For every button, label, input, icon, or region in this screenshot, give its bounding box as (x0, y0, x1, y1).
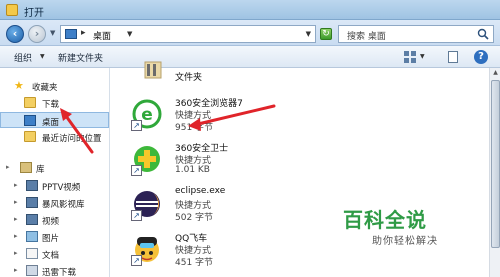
svg-text:e: e (141, 105, 153, 125)
pptv-library-icon (26, 180, 38, 191)
nav-video-label: 视频 (42, 217, 60, 227)
address-bar[interactable]: ▸ 桌面 ▼ ▼ (60, 25, 316, 43)
nav-docs[interactable]: ▸ 文档 (0, 246, 109, 262)
nav-library-label: 库 (36, 165, 45, 175)
vertical-scrollbar[interactable]: ▲ (489, 68, 500, 277)
shortcut-arrow-icon: ↗ (131, 255, 142, 266)
nav-download-label: 下载 (42, 100, 60, 110)
nav-pptv[interactable]: ▸ PPTV视频 (0, 178, 109, 194)
nav-desktop-label: 桌面 (42, 118, 60, 128)
nav-desktop[interactable]: 桌面 (0, 112, 109, 128)
file-item[interactable]: ↗ 360安全卫士 快捷方式 1.01 KB (131, 139, 331, 181)
nav-pptv-label: PPTV视频 (42, 183, 81, 193)
nav-storm-label: 暴风影视库 (42, 200, 85, 210)
expand-icon[interactable]: ▸ (14, 181, 18, 189)
recent-places-icon (24, 131, 36, 142)
nav-thunder[interactable]: ▸ 迅雷下载 (0, 263, 109, 277)
breadcrumb-desktop[interactable]: 桌面 (93, 29, 111, 42)
expand-icon[interactable]: ▸ (6, 163, 10, 171)
view-dropdown-icon[interactable]: ▼ (420, 53, 425, 60)
storm-library-icon (26, 197, 38, 208)
expand-icon[interactable]: ▸ (14, 249, 18, 257)
nav-pictures-label: 图片 (42, 234, 60, 244)
navigation-pane: ★ 收藏夹 下载 桌面 最近访问的位置 ▸ 库 ▸ PPTV视频 ▸ 暴风影视库… (0, 68, 110, 277)
library-icon (20, 162, 32, 173)
file-name: 文件夹 (175, 73, 203, 83)
new-folder-button[interactable]: 新建文件夹 (58, 51, 103, 64)
expand-icon[interactable]: ▸ (14, 198, 18, 206)
folder-app-icon (6, 4, 18, 16)
watermark-title: 百科全说 (343, 208, 427, 232)
shortcut-arrow-icon: ↗ (131, 210, 142, 221)
thunder-download-icon (26, 265, 38, 276)
scrollbar-thumb[interactable] (491, 80, 500, 248)
nav-thunder-label: 迅雷下载 (42, 268, 77, 277)
refresh-button[interactable]: ↻ (320, 28, 332, 40)
forward-button[interactable]: › (28, 25, 46, 43)
desktop-icon (24, 115, 36, 126)
nav-download[interactable]: 下载 (0, 95, 109, 111)
file-size: 502 字节 (175, 213, 214, 223)
expand-icon[interactable]: ▸ (14, 232, 18, 240)
command-bar: 组织 ▼ 新建文件夹 ▼ ? (0, 46, 500, 68)
recent-pages-dropdown[interactable]: ▼ (50, 29, 55, 37)
watermark-subtitle: 助你轻松解决 (372, 236, 438, 247)
nav-video[interactable]: ▸ 视频 (0, 212, 109, 228)
favorites-star-icon: ★ (14, 79, 24, 92)
expand-icon[interactable]: ▸ (14, 266, 18, 274)
folder-icon (144, 61, 162, 79)
shortcut-arrow-icon: ↗ (131, 165, 142, 176)
file-item[interactable]: e ↗ 360安全浏览器7 快捷方式 951 字节 (131, 94, 331, 136)
nav-recent[interactable]: 最近访问的位置 (0, 129, 109, 145)
title-bar: 打开 (0, 0, 500, 20)
search-icon[interactable] (477, 28, 489, 40)
download-folder-icon (24, 97, 36, 108)
view-options-icon[interactable] (404, 51, 416, 63)
nav-docs-label: 文档 (42, 251, 60, 261)
nav-recent-label: 最近访问的位置 (42, 134, 102, 144)
documents-library-icon (26, 248, 38, 259)
file-name: eclipse.exe (175, 186, 226, 196)
organize-button[interactable]: 组织 (14, 51, 32, 64)
file-size: 451 字节 (175, 258, 214, 268)
search-placeholder: 搜索 桌面 (347, 32, 386, 42)
desktop-icon (65, 29, 77, 39)
organize-dropdown-icon: ▼ (40, 53, 45, 60)
breadcrumb-dropdown-icon[interactable]: ▼ (127, 30, 132, 38)
preview-pane-icon[interactable] (448, 51, 458, 63)
arrow-left-icon: ‹ (12, 27, 18, 40)
video-library-icon (26, 214, 38, 225)
nav-favorites-label: 收藏夹 (32, 83, 58, 93)
help-icon[interactable]: ? (474, 50, 488, 64)
scroll-up-icon[interactable]: ▲ (491, 69, 500, 78)
address-row: ‹ › ▼ ▸ 桌面 ▼ ▼ ↻ 搜索 桌面 (0, 20, 500, 46)
expand-icon[interactable]: ▸ (14, 215, 18, 223)
arrow-right-icon: › (34, 27, 40, 40)
address-history-dropdown[interactable]: ▼ (306, 30, 311, 38)
file-size: 1.01 KB (175, 165, 210, 175)
shortcut-arrow-icon: ↗ (131, 120, 142, 131)
pictures-library-icon (26, 231, 38, 242)
nav-library[interactable]: ▸ 库 (0, 160, 109, 176)
back-button[interactable]: ‹ (6, 25, 24, 43)
nav-pictures[interactable]: ▸ 图片 (0, 229, 109, 245)
nav-storm[interactable]: ▸ 暴风影视库 (0, 195, 109, 211)
window-title: 打开 (24, 8, 44, 19)
file-item[interactable]: ↗ eclipse.exe 快捷方式 502 字节 (131, 184, 331, 226)
file-item[interactable]: ↗ QQ飞车 快捷方式 451 字节 (131, 229, 331, 271)
breadcrumb-separator-icon: ▸ (81, 28, 86, 38)
file-size: 951 字节 (175, 123, 214, 133)
nav-favorites[interactable]: ★ 收藏夹 (0, 78, 109, 94)
search-input[interactable]: 搜索 桌面 (338, 25, 494, 43)
